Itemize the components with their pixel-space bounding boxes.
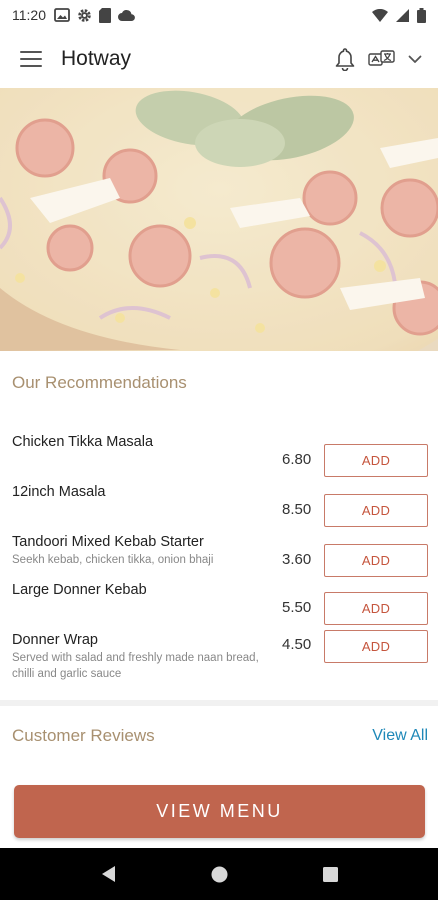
language-icon[interactable] xyxy=(368,49,396,69)
image-icon xyxy=(54,8,70,22)
menu-item: Tandoori Mixed Kebab Starter Seekh kebab… xyxy=(12,533,428,577)
menu-item-price: 5.50 xyxy=(282,599,312,616)
add-button[interactable]: ADD xyxy=(324,494,428,527)
home-icon[interactable] xyxy=(211,866,228,883)
menu-icon[interactable] xyxy=(20,51,42,67)
add-button[interactable]: ADD xyxy=(324,630,428,663)
status-icons-right xyxy=(372,7,426,23)
sd-card-icon xyxy=(99,7,111,23)
cloud-icon xyxy=(118,9,135,21)
app-bar: Hotway xyxy=(0,30,438,88)
bell-icon[interactable] xyxy=(334,47,356,71)
app-title: Hotway xyxy=(61,47,132,70)
add-button[interactable]: ADD xyxy=(324,444,428,477)
app-bar-actions xyxy=(334,47,422,71)
menu-item-name: 12inch Masala xyxy=(12,484,106,500)
recents-icon[interactable] xyxy=(323,866,338,882)
status-icons-left xyxy=(54,7,135,23)
add-button[interactable]: ADD xyxy=(324,592,428,625)
menu-item-description: Seekh kebab, chicken tikka, onion bhaji xyxy=(12,554,214,566)
menu-item-price: 8.50 xyxy=(282,501,312,518)
add-button[interactable]: ADD xyxy=(324,544,428,577)
gear-icon xyxy=(77,8,92,23)
back-icon[interactable] xyxy=(100,865,116,883)
status-time: 11:20 xyxy=(12,7,46,23)
menu-item-name: Large Donner Kebab xyxy=(12,582,147,598)
menu-item-description: Served with salad and freshly made naan … xyxy=(12,652,259,680)
view-all-link[interactable]: View All xyxy=(372,727,428,745)
menu-item: Large Donner Kebab 5.50 ADD xyxy=(12,581,428,625)
section-divider xyxy=(0,700,438,706)
status-bar: 11:20 xyxy=(0,0,438,30)
system-nav-bar xyxy=(0,848,438,900)
recommendations-title: Our Recommendations xyxy=(12,373,187,392)
menu-item: 12inch Masala 8.50 ADD xyxy=(12,483,428,527)
reviews-title: Customer Reviews xyxy=(12,726,155,745)
menu-item-price: 4.50 xyxy=(282,636,312,653)
chevron-down-icon[interactable] xyxy=(408,55,422,64)
menu-item: Chicken Tikka Masala 6.80 ADD xyxy=(12,433,428,477)
view-menu-button[interactable]: VIEW MENU xyxy=(14,785,425,838)
signal-icon xyxy=(396,8,409,22)
menu-item-price: 3.60 xyxy=(282,551,312,568)
reviews-header: Customer Reviews View All xyxy=(12,726,428,746)
menu-item-name: Donner Wrap xyxy=(12,632,98,648)
menu-item-price: 6.80 xyxy=(282,451,312,468)
menu-item-name: Chicken Tikka Masala xyxy=(12,434,154,450)
menu-item-name: Tandoori Mixed Kebab Starter xyxy=(12,534,204,550)
wifi-icon xyxy=(372,8,388,22)
hero-image xyxy=(0,88,438,351)
menu-item: Donner Wrap Served with salad and freshl… xyxy=(12,630,428,682)
battery-icon xyxy=(417,7,426,23)
